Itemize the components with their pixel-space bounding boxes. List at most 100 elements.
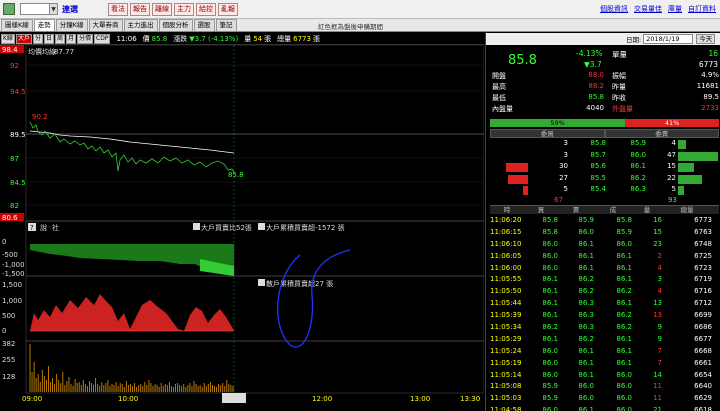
chart-mode-button[interactable]: 大戶 [15, 33, 32, 44]
toolbar-link[interactable]: 交易量佳 [634, 4, 662, 14]
orderbook-row[interactable]: 3 85.7 86.0 47 [490, 151, 719, 163]
date-input[interactable]: 2018/1/19 [643, 34, 694, 44]
price-panel-frame [25, 45, 484, 222]
trade-row[interactable]: 11:05:03 85.9 86.0 86.0 11 6629 [490, 394, 719, 406]
trade-row[interactable]: 11:05:24 86.0 86.1 86.1 7 6668 [490, 347, 719, 359]
trade-price: 86.0 [616, 239, 632, 248]
tab-2[interactable]: 分鐘K線 [55, 19, 88, 31]
bid-price: 85.4 [590, 185, 606, 193]
trade-row[interactable]: 11:05:50 86.1 86.2 86.2 4 6716 [490, 287, 719, 299]
ask-total: 93 [668, 196, 677, 204]
retail-bars [30, 294, 234, 331]
stat-label: 開盤 [492, 72, 506, 80]
trade-row[interactable]: 11:05:29 86.1 86.2 86.1 9 6677 [490, 335, 719, 347]
chart-mode-button[interactable]: 周 [54, 33, 65, 44]
price-tick-label: 89.5 [10, 131, 26, 139]
trade-time: 11:06:10 [490, 239, 522, 248]
trade-time: 11:05:08 [490, 382, 522, 391]
chart-mode-button[interactable]: CDP [94, 33, 111, 44]
toolbar-button[interactable]: 離線 [152, 2, 172, 16]
tab-6[interactable]: 選股 [193, 19, 215, 31]
trade-bid: 86.1 [542, 334, 558, 343]
trade-row[interactable]: 11:06:15 85.8 86.0 85.9 15 6763 [490, 228, 719, 240]
ask-header: 委賣 [604, 129, 719, 138]
tab-7[interactable]: 筆記 [215, 19, 237, 31]
toolbar-button[interactable]: 給控 [196, 2, 216, 16]
price-axis: 92 94.5 89.5 87 84.5 82 [10, 62, 484, 210]
stat-label: 內盤量 [492, 105, 513, 113]
today-button[interactable]: 今天 [696, 34, 716, 44]
chart-mode-button[interactable]: K線 [1, 33, 15, 44]
trade-row[interactable]: 11:05:55 86.1 86.2 86.1 3 6719 [490, 275, 719, 287]
chevron-down-icon[interactable]: ▼ [50, 3, 58, 15]
user-label[interactable]: 連選 [62, 4, 78, 15]
tabs: 圖樣K線 走勢 分鐘K線 大單券商 主力進出 個股分析 選股 筆記 [0, 19, 237, 31]
intraday-chart[interactable]: 9294.589.58784.582 98.4 80.6 均價均線 87.77 … [0, 45, 484, 411]
big-player-axis: 0 -500 -1,000-1,500 [2, 238, 25, 278]
trade-qty: 2 [657, 251, 662, 260]
trade-price: 86.2 [616, 323, 632, 332]
trade-row[interactable]: 11:04:58 86.0 86.1 86.0 21 6618 [490, 406, 719, 411]
trade-row[interactable]: 11:05:19 86.0 86.1 86.1 7 6661 [490, 359, 719, 371]
retail-axis: 1,500 1,000 500 0 [2, 281, 22, 335]
trade-row[interactable]: 11:05:44 86.1 86.3 86.1 13 6712 [490, 299, 719, 311]
stock-combo[interactable] [20, 3, 50, 15]
trade-total: 6716 [694, 287, 712, 296]
toolbar-link[interactable]: 個股資訊 [600, 4, 628, 14]
time-tick-label: 09:00 [22, 395, 42, 403]
orderbook-row[interactable]: 3 85.8 85.9 4 [490, 139, 719, 151]
orderbook-row[interactable]: 30 85.6 86.1 15 [490, 162, 719, 174]
trade-row[interactable]: 11:05:08 85.9 86.0 86.0 11 6640 [490, 382, 719, 394]
tab-4[interactable]: 主力進出 [123, 19, 158, 31]
trade-price: 86.1 [616, 275, 632, 284]
stat-label: 振幅 [612, 72, 626, 80]
trades-list[interactable]: 11:06:20 85.8 85.9 85.8 16 6773 11:06:15 85.8 86… [490, 216, 719, 411]
tab-0[interactable]: 圖樣K線 [1, 19, 33, 31]
trade-row[interactable]: 11:05:34 86.2 86.3 86.2 9 6686 [490, 323, 719, 335]
total-value: 6773 [293, 34, 311, 43]
trade-total: 6763 [694, 227, 712, 236]
trade-col-header: 成 [609, 206, 617, 214]
trade-row[interactable]: 11:06:00 86.0 86.1 86.1 4 6723 [490, 264, 719, 276]
orderbook-row[interactable]: 5 85.4 86.3 5 [490, 185, 719, 197]
toolbar-button[interactable]: 看法 [108, 2, 128, 16]
chart-mode-button[interactable]: 分價 [77, 33, 94, 44]
trades-header: 時 買 賣 成 量 總量 [490, 205, 719, 214]
time-tick-label: 12:00 [312, 395, 332, 403]
trade-row[interactable]: 11:06:20 85.8 85.9 85.8 16 6773 [490, 216, 719, 228]
trade-ask: 86.1 [578, 239, 594, 248]
chart-mode-button[interactable]: 日 [43, 33, 54, 44]
trade-ask: 86.0 [578, 382, 594, 391]
high-limit-label: 98.4 [2, 46, 18, 54]
toolbar-link[interactable]: 自訂資料 [688, 4, 716, 14]
chart-header: K線 大戶分日周月分價 CDP 11:06 價 85.8 漲跌 ▼3.7 (-4.1… [0, 33, 484, 45]
trade-qty: 23 [653, 239, 662, 248]
trade-time: 11:05:34 [490, 323, 522, 332]
toolbar-button[interactable]: 主力 [174, 2, 194, 16]
toolbar-button[interactable]: 報告 [130, 2, 150, 16]
stat-value: 2733 [701, 104, 719, 112]
orderbook-row[interactable]: 27 85.5 86.2 22 [490, 174, 719, 186]
trade-qty: 4 [657, 287, 662, 296]
avg-line-value: 87.77 [54, 48, 74, 56]
tab-5[interactable]: 個股分析 [158, 19, 193, 31]
trade-row[interactable]: 11:06:10 86.0 86.1 86.0 23 6748 [490, 240, 719, 252]
trade-time: 11:05:03 [490, 394, 522, 403]
chart-mode-button[interactable]: 月 [66, 33, 77, 44]
trade-row[interactable]: 11:05:39 86.1 86.3 86.2 13 6699 [490, 311, 719, 323]
toolbar-link[interactable]: 庫量 [668, 4, 682, 14]
trade-ask: 86.1 [578, 263, 594, 272]
trade-ask: 86.2 [578, 287, 594, 296]
tab-3[interactable]: 大單券商 [88, 19, 123, 31]
tab-1[interactable]: 走勢 [33, 19, 55, 31]
trade-row[interactable]: 11:06:05 86.0 86.1 86.1 2 6725 [490, 252, 719, 264]
big-player-bars [30, 244, 234, 276]
toolbar-button[interactable]: 亂報 [218, 2, 238, 16]
trade-qty: 15 [653, 227, 662, 236]
chart-mode-button[interactable]: 分 [32, 33, 43, 44]
trade-bid: 86.2 [542, 323, 558, 332]
trade-row[interactable]: 11:05:14 86.0 86.1 86.0 14 6654 [490, 371, 719, 383]
trade-price: 86.1 [616, 299, 632, 308]
app-icon[interactable] [3, 3, 15, 15]
help-icon [193, 223, 200, 230]
